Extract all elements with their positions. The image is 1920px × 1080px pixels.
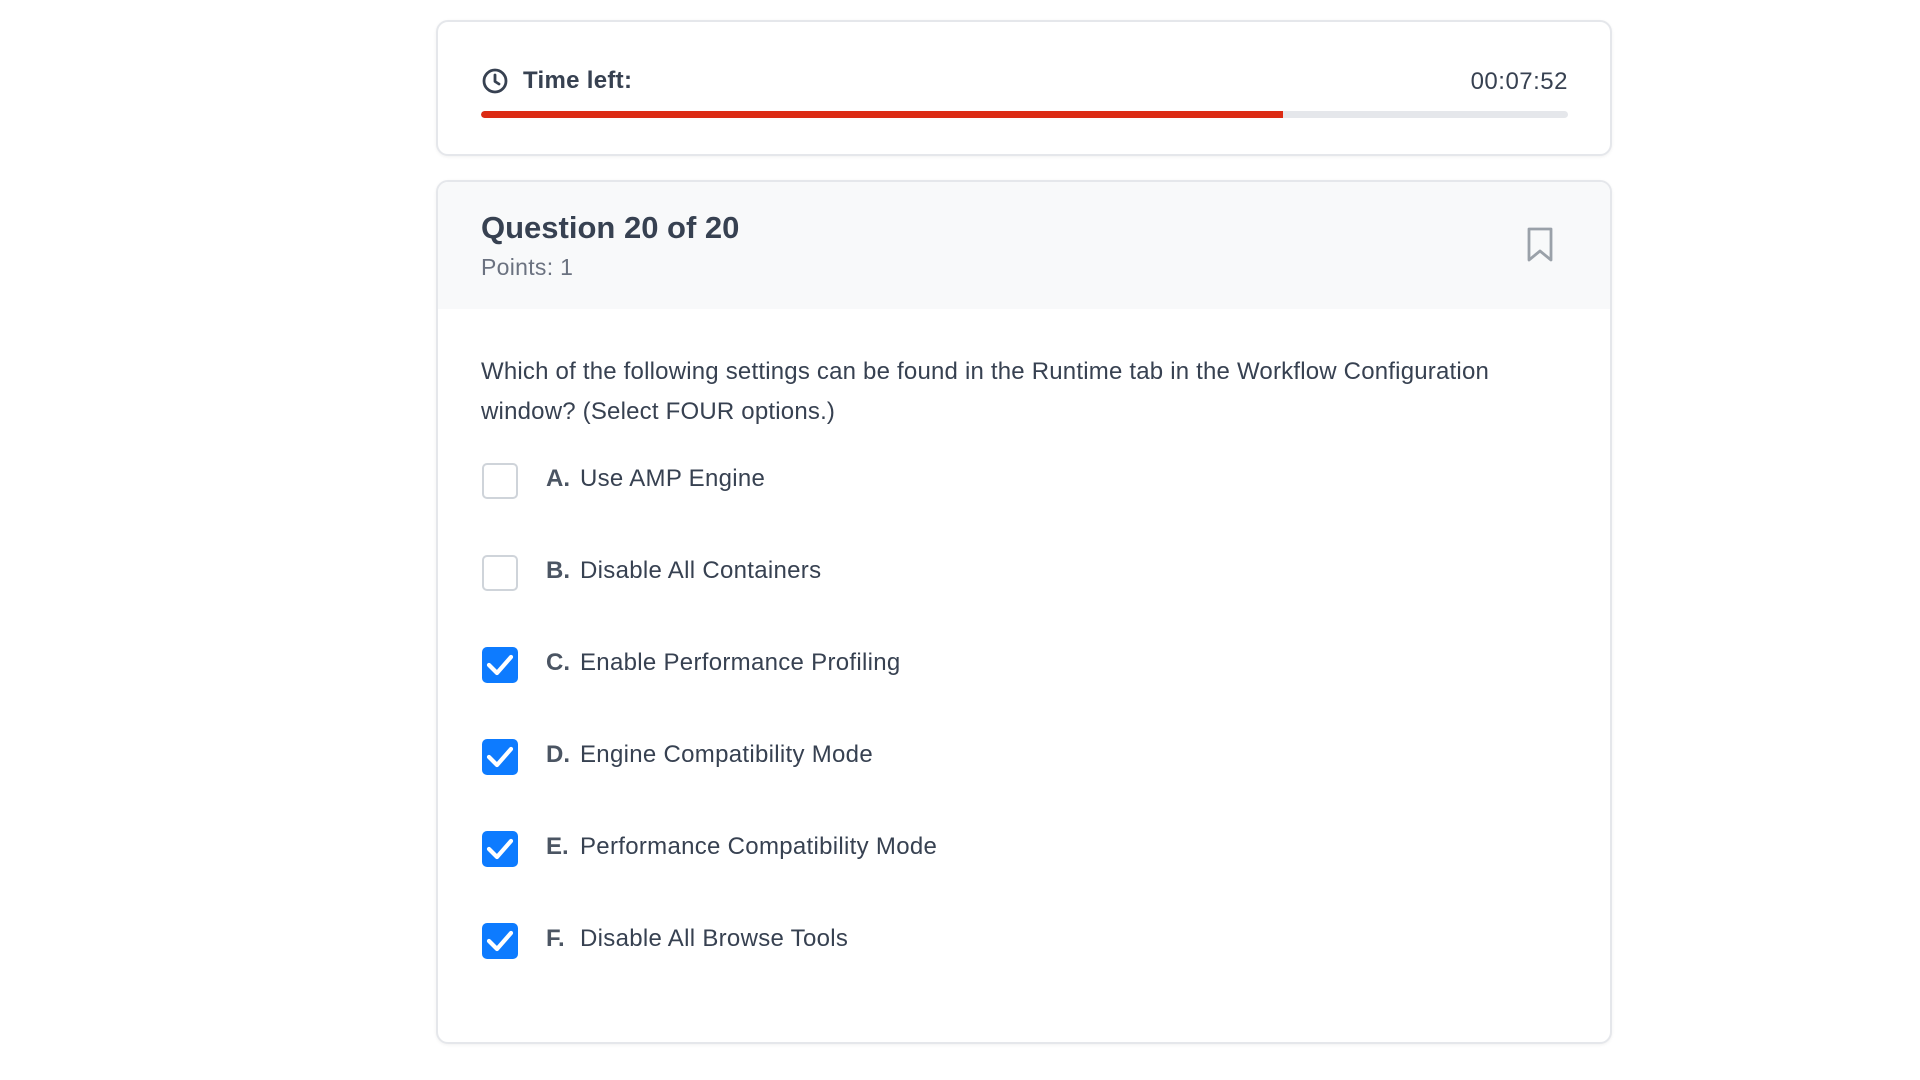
option-letter: D.	[546, 741, 570, 768]
option-letter: B.	[546, 557, 570, 584]
option-letter: A.	[546, 465, 570, 492]
option-checkbox[interactable]	[482, 923, 518, 959]
time-progress-fill	[481, 111, 1284, 118]
question-header: Question 20 of 20 Points: 1	[438, 182, 1610, 309]
question-points: Points: 1	[481, 254, 574, 280]
option-checkbox[interactable]	[482, 831, 518, 867]
question-title: Question 20 of 20	[481, 210, 740, 245]
option-letter: C.	[546, 649, 570, 676]
question-card: Question 20 of 20 Points: 1 Which of the…	[436, 180, 1612, 1044]
timer-label-row: Time left:	[481, 67, 632, 95]
option-text: Disable All Browse Tools	[580, 925, 849, 952]
question-text: Which of the following settings can be f…	[481, 358, 1490, 425]
bookmark-icon[interactable]	[1524, 226, 1556, 264]
option-text: Use AMP Engine	[580, 465, 766, 492]
option-checkbox[interactable]	[482, 555, 518, 591]
option-letter: F.	[546, 925, 565, 952]
timer-value: 00:07:52	[1470, 68, 1568, 95]
clock-icon	[481, 67, 509, 95]
options-list: A. Use AMP Engine B. Disable All Contain…	[482, 463, 1562, 1015]
option-checkbox[interactable]	[482, 463, 518, 499]
answer-option-a[interactable]: A. Use AMP Engine	[482, 463, 1562, 555]
timer-label: Time left:	[523, 67, 633, 94]
option-text: Engine Compatibility Mode	[580, 741, 873, 768]
answer-option-c[interactable]: C. Enable Performance Profiling	[482, 647, 1562, 739]
option-checkbox[interactable]	[482, 739, 518, 775]
answer-option-f[interactable]: F. Disable All Browse Tools	[482, 923, 1562, 1015]
answer-option-d[interactable]: D. Engine Compatibility Mode	[482, 739, 1562, 831]
answer-option-b[interactable]: B. Disable All Containers	[482, 555, 1562, 647]
option-text: Performance Compatibility Mode	[580, 833, 938, 860]
option-text: Enable Performance Profiling	[580, 649, 901, 676]
option-checkbox[interactable]	[482, 647, 518, 683]
answer-option-e[interactable]: E. Performance Compatibility Mode	[482, 831, 1562, 923]
option-text: Disable All Containers	[580, 557, 822, 584]
timer-card: Time left: 00:07:52	[436, 20, 1612, 156]
time-progress-bar	[481, 111, 1568, 118]
option-letter: E.	[546, 833, 569, 860]
